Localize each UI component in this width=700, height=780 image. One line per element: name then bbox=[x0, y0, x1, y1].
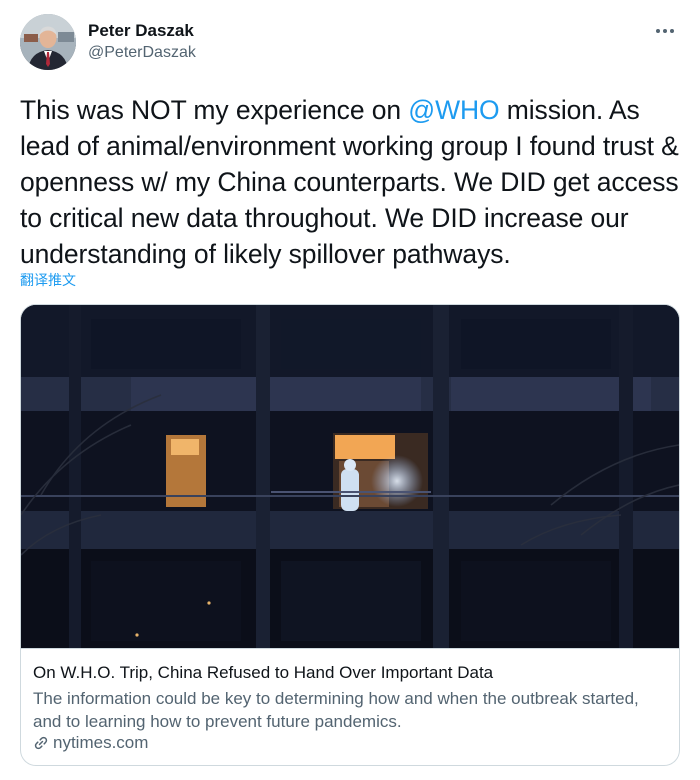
tweet-text: This was NOT my experience on @WHO missi… bbox=[20, 92, 680, 272]
more-options-button[interactable] bbox=[650, 16, 680, 46]
mention-link[interactable]: @WHO bbox=[408, 95, 499, 125]
link-icon bbox=[33, 735, 49, 751]
card-description: The information could be key to determin… bbox=[33, 689, 639, 731]
translate-link[interactable]: 翻译推文 bbox=[20, 270, 76, 290]
author-name[interactable]: Peter Daszak bbox=[88, 21, 194, 41]
card-image[interactable] bbox=[21, 305, 679, 648]
author-handle[interactable]: @PeterDaszak bbox=[88, 44, 196, 62]
card-domain[interactable]: nytimes.com bbox=[33, 733, 148, 753]
link-card[interactable]: On W.H.O. Trip, China Refused to Hand Ov… bbox=[20, 304, 680, 766]
tweet: Peter Daszak @PeterDaszak This was NOT m… bbox=[0, 0, 700, 780]
avatar[interactable] bbox=[20, 14, 76, 70]
card-domain-text: nytimes.com bbox=[53, 733, 149, 752]
tweet-text-part1: This was NOT my experience on bbox=[20, 95, 409, 125]
more-icon bbox=[655, 28, 675, 34]
card-title[interactable]: On W.H.O. Trip, China Refused to Hand Ov… bbox=[33, 663, 663, 683]
card-divider bbox=[21, 648, 679, 649]
